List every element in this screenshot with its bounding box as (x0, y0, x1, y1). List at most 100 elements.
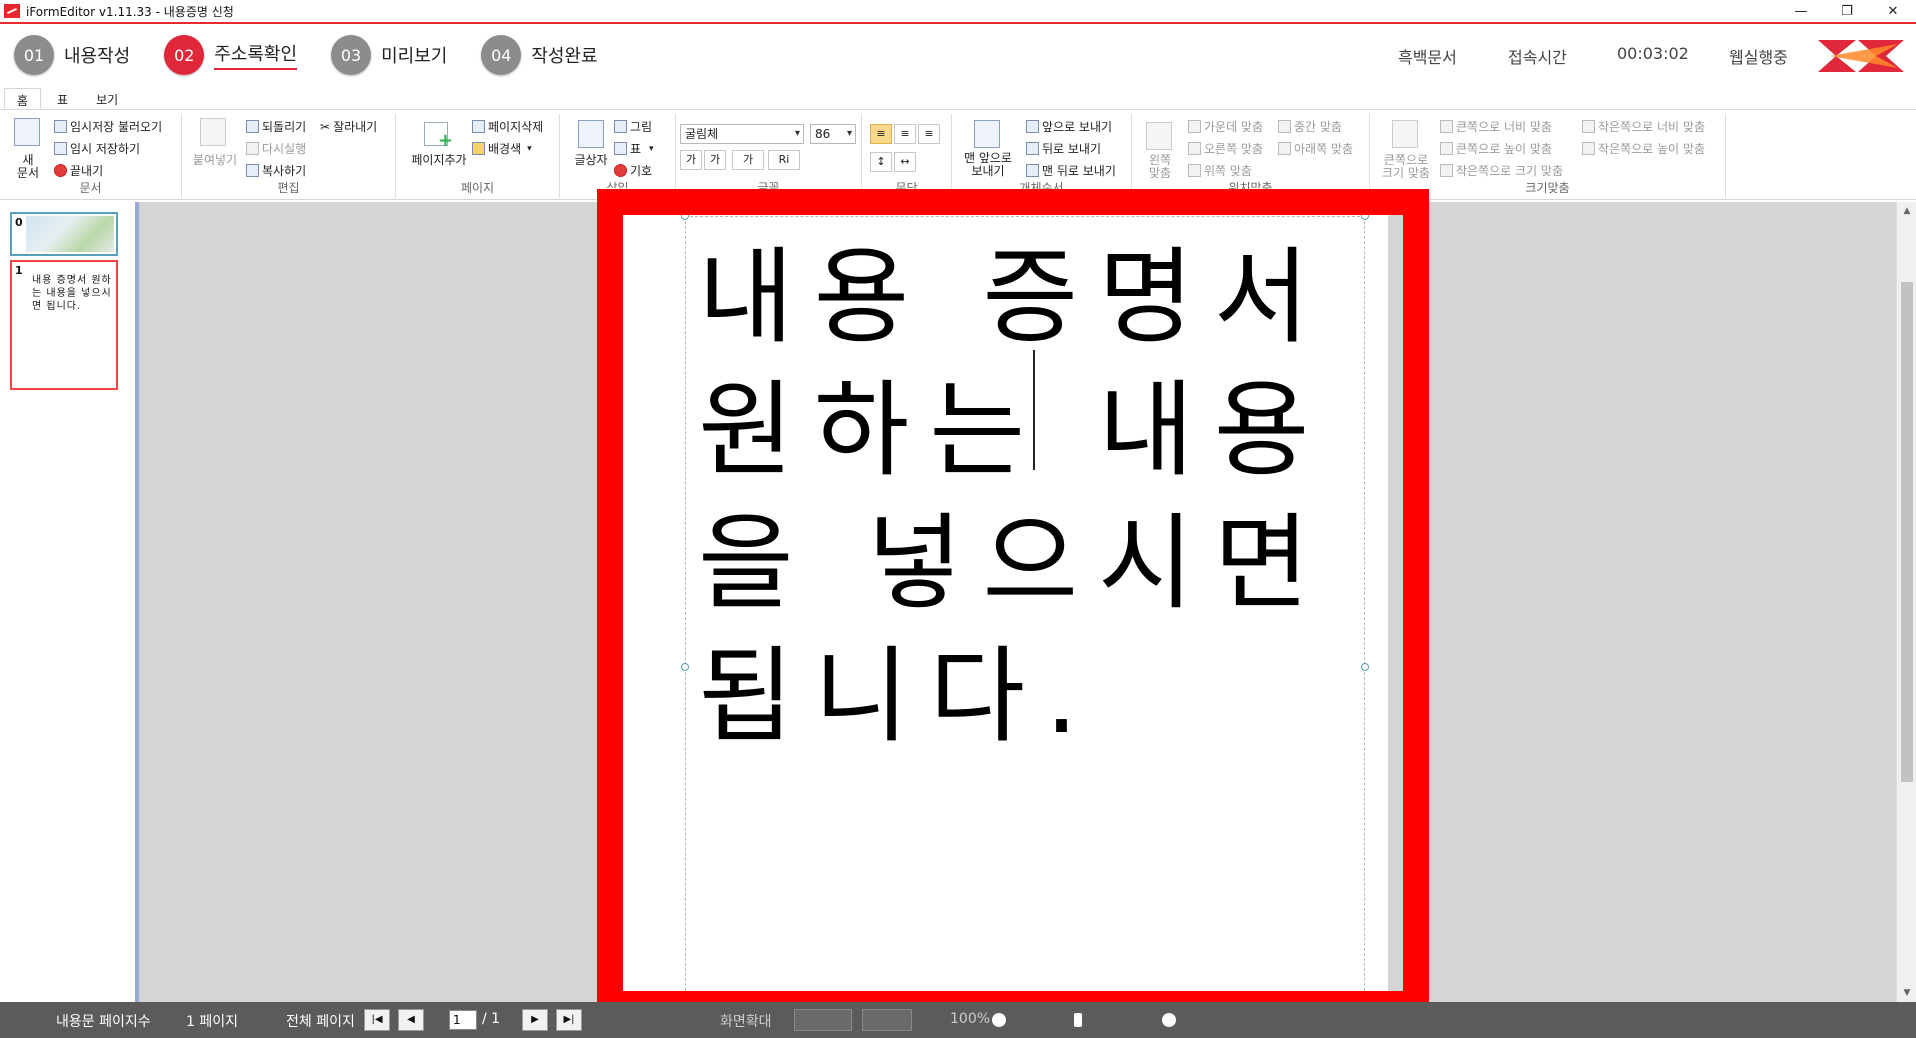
page-count-label: 내용문 페이지수 (56, 1014, 151, 1030)
char-spacing-button[interactable]: ↔ (894, 152, 916, 172)
bring-to-front-icon (974, 120, 1000, 148)
step-label: 작성완료 (531, 46, 598, 67)
align-center-obj-button[interactable]: 가운데 맞춤 (1188, 118, 1263, 135)
send-to-back-button[interactable]: 맨 뒤로 보내기 (1026, 162, 1116, 179)
resize-handle[interactable] (681, 212, 689, 220)
group-label: 편집 (277, 181, 300, 195)
save-temp-button[interactable]: 임시 저장하기 (54, 140, 140, 157)
scroll-down-icon[interactable]: ▼ (1897, 984, 1916, 1002)
align-bottom-obj-button[interactable]: 아래쪽 맞춤 (1278, 140, 1353, 157)
scroll-up-icon[interactable]: ▲ (1897, 202, 1916, 220)
send-backward-button[interactable]: 뒤로 보내기 (1026, 140, 1101, 157)
label: 작은쪽으로 높이 맞춤 (1598, 142, 1705, 156)
tab-view[interactable]: 보기 (84, 88, 130, 109)
zoom-label: 화면확대 (720, 1014, 772, 1030)
big-fit-button[interactable]: 큰쪽으로 크기 맞춤 (1374, 154, 1438, 180)
big-width-button[interactable]: 큰쪽으로 너비 맞춤 (1440, 118, 1552, 135)
resize-handle[interactable] (681, 663, 689, 671)
thumbnail-page-0[interactable]: 0 (10, 212, 118, 256)
page-add-button[interactable]: 페이지추가 (404, 154, 474, 167)
label: 가운데 맞춤 (1204, 120, 1264, 134)
align-left-icon (1146, 122, 1172, 150)
align-middle-obj-button[interactable]: 중간 맞춤 (1278, 118, 1342, 135)
app-window: iFormEditor v1.11.33 - 내용증명 신청 — ❐ ✕ 01 … (0, 0, 1916, 1038)
big-height-button[interactable]: 큰쪽으로 높이 맞춤 (1440, 140, 1552, 157)
step-03[interactable]: 03 미리보기 (331, 35, 447, 75)
current-page-input[interactable]: 1 (449, 1010, 477, 1030)
undo-button[interactable]: 되돌리기 (246, 118, 306, 135)
next-page-button[interactable]: ▶ (522, 1009, 548, 1031)
first-page-button[interactable]: |◀ (364, 1009, 390, 1031)
step-04[interactable]: 04 작성완료 (481, 35, 598, 75)
paste-button[interactable]: 붙여넣기 (190, 154, 240, 167)
fit-button[interactable] (794, 1009, 852, 1031)
thumbnail-page-1[interactable]: 1 내용 증명서 원하는 내용을 넣으시면 됩니다. (10, 260, 118, 390)
label: 표 (630, 142, 642, 156)
insert-image-button[interactable]: 그림 (614, 118, 652, 135)
vertical-scrollbar[interactable]: ▲ ▼ (1896, 202, 1916, 1002)
step-02[interactable]: 02 주소록확인 (164, 35, 298, 75)
font-color-button[interactable]: 가 (732, 150, 764, 170)
zoom-select[interactable] (862, 1009, 912, 1031)
label: 작은쪽으로 크기 맞춤 (1456, 164, 1563, 178)
zoom-out-icon[interactable] (992, 1013, 1006, 1027)
web-running-status: 웹실행중 (1729, 48, 1788, 67)
zoom-slider-thumb[interactable] (1074, 1013, 1082, 1027)
group-page: + 페이지추가 페이지삭제 배경색 ▾ 페이지 (396, 114, 560, 198)
page-delete-button[interactable]: 페이지삭제 (472, 118, 543, 135)
cut-button[interactable]: ✂ 잘라내기 (320, 118, 377, 135)
label: 작은쪽으로 너비 맞춤 (1598, 120, 1705, 134)
document-line: 내용 증명서 (698, 236, 1330, 358)
font-face-select[interactable]: 굴림체 (680, 124, 804, 144)
align-right-button[interactable]: ≡ (918, 124, 940, 144)
panel-splitter[interactable] (135, 202, 139, 1002)
bold-button[interactable]: 가 (680, 150, 702, 170)
align-left-obj-button[interactable]: 왼쪽 맞춤 (1140, 154, 1180, 180)
textbox-button[interactable]: 글상자 (568, 154, 614, 167)
outline-button[interactable]: 가 (704, 150, 726, 170)
align-center-icon (1188, 120, 1201, 133)
tab-home[interactable]: 홈 (4, 88, 42, 109)
label: 맨 뒤로 보내기 (1042, 164, 1116, 178)
new-document-button[interactable]: 새 문서 (8, 154, 48, 180)
align-right-obj-button[interactable]: 오른쪽 맞춤 (1188, 140, 1263, 157)
step-label: 주소록확인 (214, 40, 298, 70)
tab-table[interactable]: 표 (45, 88, 80, 109)
insert-symbol-button[interactable]: 기호 (614, 162, 652, 179)
bring-forward-button[interactable]: 앞으로 보내기 (1026, 118, 1112, 135)
restore-button[interactable]: ❐ (1824, 0, 1870, 22)
bring-to-front-button[interactable]: 맨 앞으로 보내기 (958, 152, 1018, 178)
small-size-button[interactable]: 작은쪽으로 크기 맞춤 (1440, 162, 1563, 179)
folder-icon (54, 120, 67, 133)
scroll-thumb[interactable] (1901, 282, 1913, 782)
prev-page-button[interactable]: ◀ (398, 1009, 424, 1031)
close-button[interactable]: ✕ (1870, 0, 1916, 22)
resize-handle[interactable] (1361, 212, 1369, 220)
line-spacing-button[interactable]: ↕ (870, 152, 892, 172)
text-frame[interactable]: 내용 증명서 원하는 내용 을 넣으시면 됩니다. (681, 212, 1369, 1006)
load-temp-button[interactable]: 임시저장 불러오기 (54, 118, 162, 135)
last-page-button[interactable]: ▶| (556, 1009, 582, 1031)
redo-button[interactable]: 다시실행 (246, 140, 306, 157)
bg-color-button[interactable]: 배경색 ▾ (472, 140, 532, 157)
small-width-button[interactable]: 작은쪽으로 너비 맞춤 (1582, 118, 1705, 135)
width-icon (1582, 120, 1595, 133)
font-size-select[interactable]: 86 (810, 124, 856, 144)
highlight-button[interactable]: Ri (768, 150, 800, 170)
align-left-button[interactable]: ≡ (870, 124, 892, 144)
align-center-button[interactable]: ≡ (894, 124, 916, 144)
zoom-in-icon[interactable] (1162, 1013, 1176, 1027)
minimize-button[interactable]: — (1778, 0, 1824, 22)
exit-button[interactable]: 끝내기 (54, 162, 103, 179)
insert-table-button[interactable]: 표 ▾ (614, 140, 654, 157)
window-title: iFormEditor v1.11.33 - 내용증명 신청 (26, 4, 234, 19)
step-01[interactable]: 01 내용작성 (14, 35, 130, 75)
document-text[interactable]: 내용 증명서 원하는 내용 을 넣으시면 됩니다. (698, 231, 1348, 763)
step-number: 02 (164, 35, 205, 75)
session-time-value: 00:03:02 (1617, 44, 1689, 63)
copy-button[interactable]: 복사하기 (246, 162, 306, 179)
small-height-button[interactable]: 작은쪽으로 높이 맞춤 (1582, 140, 1705, 157)
align-top-obj-button[interactable]: 위쪽 맞춤 (1188, 162, 1252, 179)
send-to-back-icon (1026, 164, 1039, 177)
resize-handle[interactable] (1361, 663, 1369, 671)
